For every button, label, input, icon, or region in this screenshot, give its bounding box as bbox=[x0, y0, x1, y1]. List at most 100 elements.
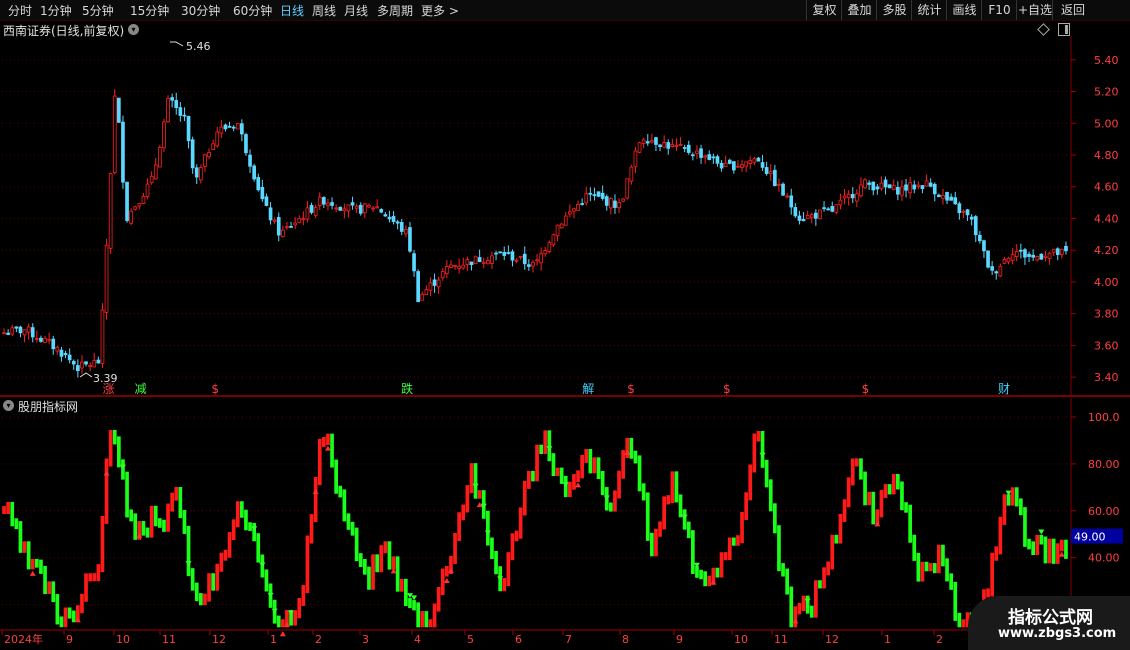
indicator-bar bbox=[912, 534, 917, 561]
candle-body bbox=[59, 349, 64, 357]
indicator-bar bbox=[375, 554, 379, 573]
main-y-tick-label-0: 5.40 bbox=[1094, 54, 1119, 67]
candle-body bbox=[354, 205, 359, 209]
candle-body bbox=[641, 139, 646, 144]
candle-body bbox=[125, 181, 129, 221]
indicator-bar bbox=[760, 431, 765, 468]
indicator-bar bbox=[305, 535, 310, 594]
candle-body bbox=[330, 202, 334, 206]
indicator-bar bbox=[838, 513, 843, 544]
indicator-bar bbox=[756, 431, 761, 442]
indicator-bar bbox=[465, 485, 470, 513]
sell-arrow bbox=[288, 610, 295, 616]
candle-body bbox=[633, 150, 638, 168]
candle-body bbox=[969, 216, 974, 220]
candle-body bbox=[416, 271, 420, 303]
candle-body bbox=[932, 183, 937, 195]
candle-body bbox=[264, 196, 269, 206]
candle-body bbox=[719, 162, 724, 169]
indicator-bar bbox=[166, 503, 170, 532]
indicator-bar bbox=[174, 487, 179, 501]
candle-body bbox=[855, 193, 859, 202]
candle-body bbox=[96, 359, 101, 364]
indicator-bar bbox=[342, 489, 347, 522]
indicator-bar bbox=[59, 616, 64, 628]
candle-body bbox=[268, 207, 273, 221]
indicator-bar bbox=[223, 549, 228, 561]
indicator-bar bbox=[371, 554, 375, 590]
candle-body bbox=[588, 192, 593, 195]
candle-body bbox=[137, 203, 142, 207]
chart-canvas: 5.40 5.20 5.00 4.80 4.60 4.40 4.20 4.00 3.80 3.60… bbox=[0, 36, 1130, 646]
event-marker-1: 减 bbox=[135, 382, 147, 396]
candle-body bbox=[752, 158, 757, 163]
event-marker-4: 解 bbox=[582, 382, 594, 396]
candle-body bbox=[313, 207, 318, 216]
sell-arrow bbox=[1038, 529, 1045, 535]
candle-body bbox=[773, 169, 777, 187]
candle-body bbox=[953, 197, 958, 205]
candle-body bbox=[900, 186, 904, 196]
candle-body bbox=[276, 216, 281, 236]
candle-body bbox=[760, 162, 765, 168]
event-marker-5: $ bbox=[627, 382, 635, 396]
indicator-bar bbox=[211, 573, 215, 591]
indicator-bar bbox=[112, 429, 117, 445]
indicator-bar bbox=[805, 595, 810, 614]
indicator-bar bbox=[6, 501, 10, 515]
candle-body bbox=[568, 211, 572, 215]
indicator-bar bbox=[473, 463, 478, 499]
buy-arrow bbox=[279, 631, 286, 637]
indicator-bar bbox=[633, 450, 638, 464]
candle-body bbox=[461, 264, 466, 269]
candle-body bbox=[281, 229, 285, 237]
candle-body bbox=[621, 198, 625, 202]
candle-body bbox=[949, 196, 953, 201]
indicator-bar bbox=[186, 525, 191, 577]
candle-body bbox=[121, 121, 125, 183]
buy-arrow bbox=[324, 445, 331, 451]
candle-body bbox=[768, 171, 773, 175]
candle-body bbox=[559, 223, 564, 229]
indicator-bar bbox=[732, 537, 736, 546]
indicator-bar bbox=[1060, 539, 1064, 552]
indicator-bar bbox=[768, 479, 773, 512]
candle-body bbox=[215, 131, 220, 147]
candle-body bbox=[182, 114, 187, 117]
candle-body bbox=[1019, 249, 1023, 252]
buy-arrow bbox=[103, 470, 110, 476]
candle-body bbox=[240, 123, 244, 135]
candle-body bbox=[744, 161, 748, 167]
x-tick-label-7: 3 bbox=[362, 633, 369, 646]
indicator-bar bbox=[194, 582, 199, 602]
candle-body bbox=[543, 250, 548, 255]
candle-body bbox=[645, 141, 650, 144]
indicator-bar bbox=[949, 573, 953, 590]
indicator-bar bbox=[842, 499, 847, 522]
sell-arrow bbox=[693, 562, 700, 568]
candle-body bbox=[604, 196, 609, 206]
candle-body bbox=[924, 180, 929, 187]
buy-arrow bbox=[312, 489, 319, 495]
candle-body bbox=[67, 354, 72, 361]
candle-body bbox=[379, 209, 384, 213]
indicator-bar bbox=[584, 449, 589, 463]
current-value-label: 49.00 bbox=[1074, 531, 1106, 544]
candle-body bbox=[1051, 248, 1056, 253]
candle-body bbox=[26, 326, 31, 333]
indicator-bar bbox=[281, 619, 285, 628]
sell-arrow bbox=[497, 576, 504, 582]
candle-body bbox=[244, 134, 248, 154]
indicator-bar bbox=[1023, 507, 1027, 547]
main-y-tick-label-2: 5.00 bbox=[1094, 117, 1119, 130]
indicator-bar bbox=[399, 578, 404, 592]
candle-body bbox=[199, 167, 203, 181]
x-tick-label-11: 7 bbox=[565, 633, 572, 646]
candle-body bbox=[174, 100, 179, 109]
candle-body bbox=[875, 186, 880, 190]
indicator-bar bbox=[326, 433, 330, 445]
candle-body bbox=[350, 202, 355, 206]
candle-body bbox=[613, 200, 617, 208]
sell-arrow bbox=[804, 598, 811, 604]
indicator-bar bbox=[740, 512, 744, 544]
